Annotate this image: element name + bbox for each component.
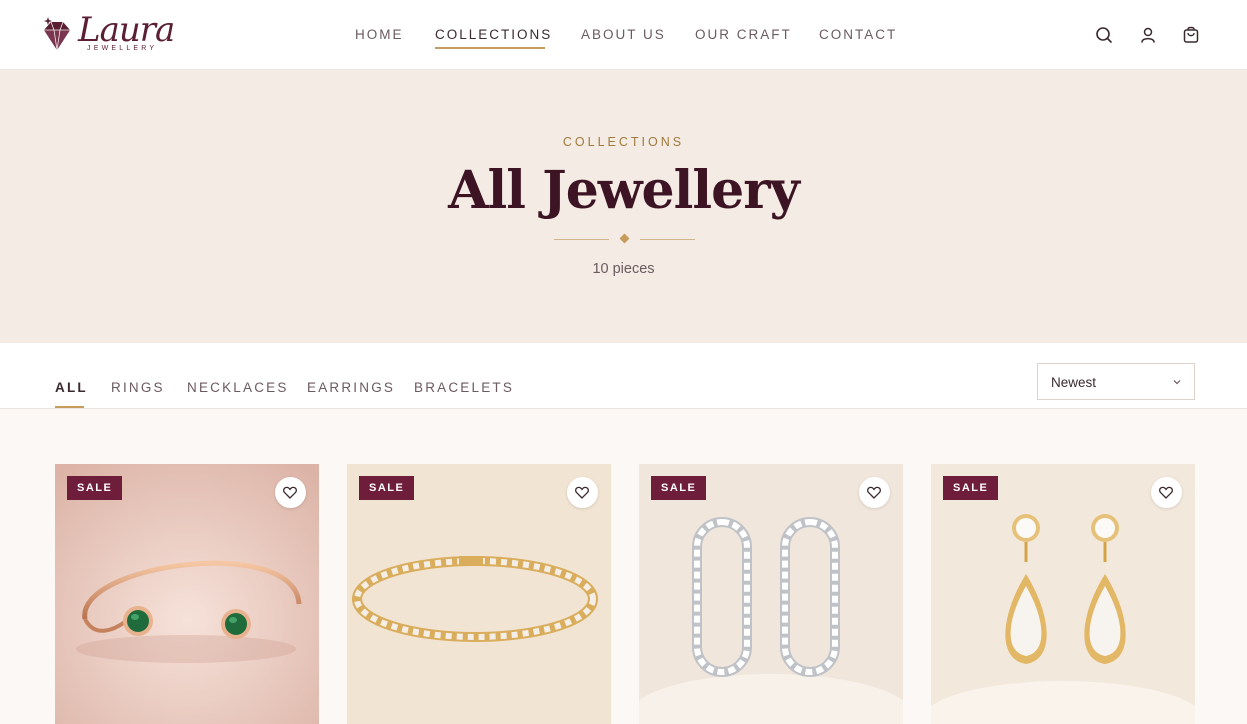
page-title: All Jewellery bbox=[448, 160, 800, 221]
filter-tab-all[interactable]: ALL bbox=[55, 380, 88, 395]
chevron-down-icon bbox=[1173, 380, 1181, 385]
sort-selected-value: Newest bbox=[1051, 375, 1097, 390]
wishlist-button[interactable] bbox=[859, 477, 890, 508]
product-card[interactable]: SALE bbox=[347, 464, 611, 724]
filter-tab-rings[interactable]: RINGS bbox=[111, 380, 165, 395]
filter-active-underline bbox=[55, 406, 84, 408]
search-icon[interactable] bbox=[1094, 25, 1114, 45]
hero-eyebrow: COLLECTIONS bbox=[562, 135, 685, 149]
title-ornament bbox=[554, 233, 695, 245]
nav-collections[interactable]: COLLECTIONS bbox=[435, 27, 552, 42]
wishlist-button[interactable] bbox=[1151, 477, 1182, 508]
site-header: Laura JEWELLERY HOME COLLECTIONS ABOUT U… bbox=[0, 0, 1247, 70]
nav-active-underline bbox=[435, 47, 545, 49]
wishlist-button[interactable] bbox=[567, 477, 598, 508]
product-card[interactable]: SALE bbox=[931, 464, 1195, 724]
wishlist-button[interactable] bbox=[275, 477, 306, 508]
collection-hero: COLLECTIONS All Jewellery 10 pieces bbox=[0, 70, 1247, 343]
heart-icon bbox=[283, 486, 297, 499]
cart-icon[interactable] bbox=[1181, 25, 1201, 45]
piece-count: 10 pieces bbox=[592, 261, 655, 277]
filter-tab-necklaces[interactable]: NECKLACES bbox=[187, 380, 289, 395]
product-card[interactable]: SALE bbox=[639, 464, 903, 724]
sale-badge: SALE bbox=[67, 476, 123, 500]
heart-icon bbox=[867, 486, 881, 499]
nav-home[interactable]: HOME bbox=[355, 27, 404, 42]
sale-badge: SALE bbox=[943, 476, 999, 500]
sort-select[interactable]: Newest bbox=[1037, 363, 1195, 400]
product-card[interactable]: SALE bbox=[55, 464, 319, 724]
heart-icon bbox=[575, 486, 589, 499]
nav-our-craft[interactable]: OUR CRAFT bbox=[695, 27, 792, 42]
nav-about-us[interactable]: ABOUT US bbox=[581, 27, 666, 42]
filter-bar: ALL RINGS NECKLACES EARRINGS BRACELETS N… bbox=[0, 343, 1247, 409]
filter-tab-earrings[interactable]: EARRINGS bbox=[307, 380, 395, 395]
main-nav: HOME COLLECTIONS ABOUT US OUR CRAFT CONT… bbox=[0, 27, 1247, 47]
heart-icon bbox=[1159, 486, 1173, 499]
sale-badge: SALE bbox=[359, 476, 415, 500]
sale-badge: SALE bbox=[651, 476, 707, 500]
filter-tab-bracelets[interactable]: BRACELETS bbox=[414, 380, 514, 395]
account-icon[interactable] bbox=[1138, 25, 1158, 45]
nav-contact[interactable]: CONTACT bbox=[819, 27, 897, 42]
